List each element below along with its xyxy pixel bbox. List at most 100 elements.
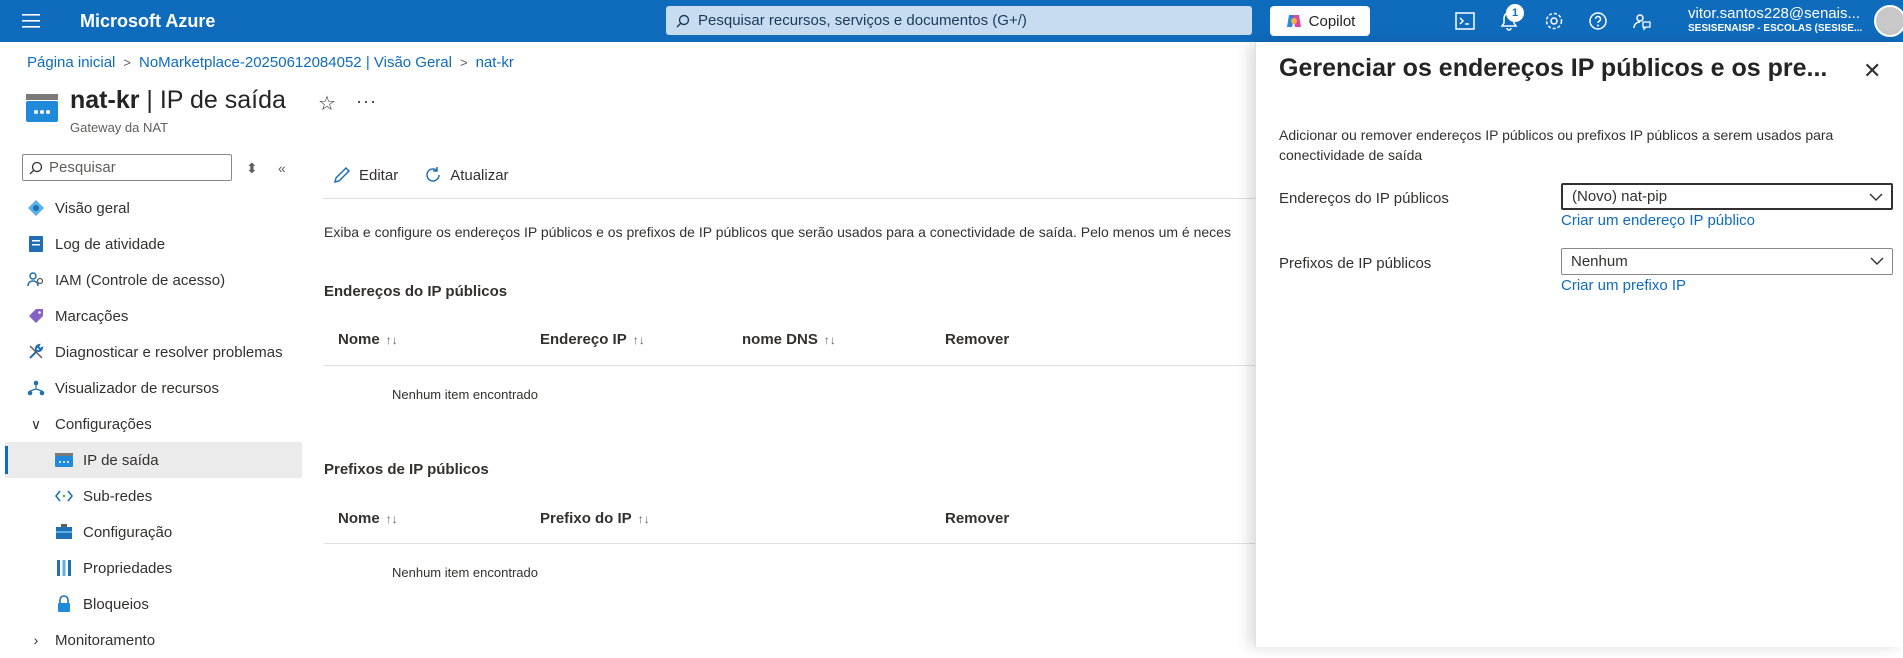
resource-visualizer-icon [25,378,47,398]
breadcrumb-current[interactable]: nat-kr [476,54,514,71]
gear-icon[interactable] [1541,8,1567,34]
account-info[interactable]: vitor.santos228@senais... SESISENAISP - … [1688,6,1868,36]
column-header-ip-prefix[interactable]: Prefixo do IP ↑↓ [540,510,650,527]
sidebar-item-label: Bloqueios [83,595,149,613]
sidebar-item-subnets[interactable]: Sub-redes [5,478,302,514]
more-options-icon[interactable]: ··· [356,91,377,112]
sidebar-item-label: Monitoramento [55,631,156,649]
empty-message: Nenhum item encontrado [392,565,538,580]
sort-icon: ↑↓ [823,332,836,347]
table-divider [324,365,1256,366]
menu-icon[interactable] [0,0,62,42]
properties-icon [53,558,75,578]
chevron-right-icon: > [459,55,468,70]
column-label: nome DNS [742,331,818,348]
sidebar-item-label: Log de atividade [55,235,166,253]
column-label: Remover [945,331,1010,348]
public-ip-value: (Novo) nat-pip [1572,188,1668,205]
account-name: vitor.santos228@senais... [1688,6,1860,21]
global-search-input[interactable]: Pesquisar recursos, serviços e documento… [666,6,1252,35]
notification-badge: 1 [1506,4,1524,22]
sort-icon: ↑↓ [637,511,650,526]
star-icon[interactable]: ☆ [318,91,336,116]
top-bar: Microsoft Azure Pesquisar recursos, serv… [0,0,1903,42]
sidebar-group-settings[interactable]: ∨ Configurações [5,406,302,442]
public-prefix-value: Nenhum [1571,253,1628,270]
table-divider [324,543,1256,544]
refresh-button[interactable]: Atualizar [424,166,509,184]
column-label: Nome [338,510,380,527]
wrench-icon [25,342,47,362]
ip-section-title: Endereços do IP públicos [324,283,508,300]
column-label: Prefixo do IP [540,510,632,527]
sort-icon: ↑↓ [385,332,398,347]
sidebar-search-placeholder: Pesquisar [49,159,116,176]
tag-icon [25,306,47,326]
manage-ip-panel: Gerenciar os endereços IP públicos e os … [1255,42,1903,647]
sidebar-item-outbound-ip[interactable]: IP de saída [5,442,302,478]
sidebar-item-overview[interactable]: Visão geral [5,190,302,226]
public-ip-dropdown[interactable]: (Novo) nat-pip [1561,183,1893,210]
breadcrumb-parent[interactable]: NoMarketplace-20250612084052 | Visão Ger… [139,54,452,71]
chevron-down-icon [1869,193,1883,201]
refresh-icon [426,167,440,182]
sidebar-item-label: Visualizador de recursos [55,379,219,397]
nat-gateway-icon [26,94,58,122]
column-header-remove: Remover [945,331,1009,348]
edit-button[interactable]: Editar [333,166,398,184]
public-ip-label: Endereços do IP públicos [1279,190,1449,207]
column-header-remove: Remover [945,510,1009,527]
public-prefix-dropdown[interactable]: Nenhum [1561,248,1893,275]
edit-label: Editar [359,166,399,184]
column-header-name[interactable]: Nome ↑↓ [338,510,398,527]
help-icon[interactable] [1585,8,1611,34]
create-public-ip-link[interactable]: Criar um endereço IP público [1561,212,1755,229]
avatar[interactable] [1874,5,1903,37]
sidebar-item-iam[interactable]: IAM (Controle de acesso) [5,262,302,298]
sidebar-item-configuration[interactable]: Configuração [5,514,302,550]
column-header-dns-name[interactable]: nome DNS ↑↓ [742,331,836,348]
chevron-down-icon [1870,257,1884,265]
sidebar-item-activity-log[interactable]: Log de atividade [5,226,302,262]
refresh-label: Atualizar [450,166,509,184]
title-separator: | [139,86,160,114]
feedback-icon[interactable] [1629,8,1655,34]
sort-updown-icon[interactable]: ⬍ [246,160,258,177]
page-title: nat-kr | IP de saída [70,86,286,115]
prefix-section-title: Prefixos de IP públicos [324,461,489,478]
collapse-icon[interactable]: « [278,160,286,176]
breadcrumb-home[interactable]: Página inicial [27,54,115,71]
sidebar-nav: Visão geral Log de atividade IAM (Contro… [5,190,302,658]
sidebar-item-label: Diagnosticar e resolver problemas [55,343,283,361]
sidebar-item-diagnose[interactable]: Diagnosticar e resolver problemas [5,334,302,370]
toolbar: Editar Atualizar [333,166,509,184]
sidebar-item-label: IP de saída [83,451,159,469]
sidebar-item-label: Marcações [55,307,129,325]
sort-icon: ↑↓ [385,511,398,526]
sidebar-search-input[interactable]: Pesquisar [22,154,232,181]
close-icon[interactable]: ✕ [1863,58,1881,84]
column-header-ip-address[interactable]: Endereço IP ↑↓ [540,331,645,348]
sidebar-item-resource-visualizer[interactable]: Visualizador de recursos [5,370,302,406]
breadcrumb: Página inicial > NoMarketplace-202506120… [27,54,514,71]
sidebar-item-label: Sub-redes [83,487,153,505]
column-label: Endereço IP [540,331,627,348]
empty-message: Nenhum item encontrado [392,387,538,402]
chevron-right-icon: > [123,55,131,70]
column-label: Remover [945,510,1010,527]
create-ip-prefix-link[interactable]: Criar um prefixo IP [1561,277,1686,294]
sidebar-item-locks[interactable]: Bloqueios [5,586,302,622]
search-icon [676,14,690,27]
column-label: Nome [338,331,380,348]
column-header-name[interactable]: Nome ↑↓ [338,331,398,348]
copilot-button[interactable]: Copilot [1270,6,1370,36]
brand-name[interactable]: Microsoft Azure [80,11,215,32]
configuration-icon [53,522,75,542]
sidebar-item-properties[interactable]: Propriedades [5,550,302,586]
sidebar-group-monitoring[interactable]: › Monitoramento [5,622,302,658]
cloud-shell-icon[interactable] [1452,8,1478,34]
panel-title: Gerenciar os endereços IP públicos e os … [1279,54,1828,82]
iam-icon [25,270,47,290]
sidebar-item-tags[interactable]: Marcações [5,298,302,334]
outbound-ip-icon [53,450,75,470]
